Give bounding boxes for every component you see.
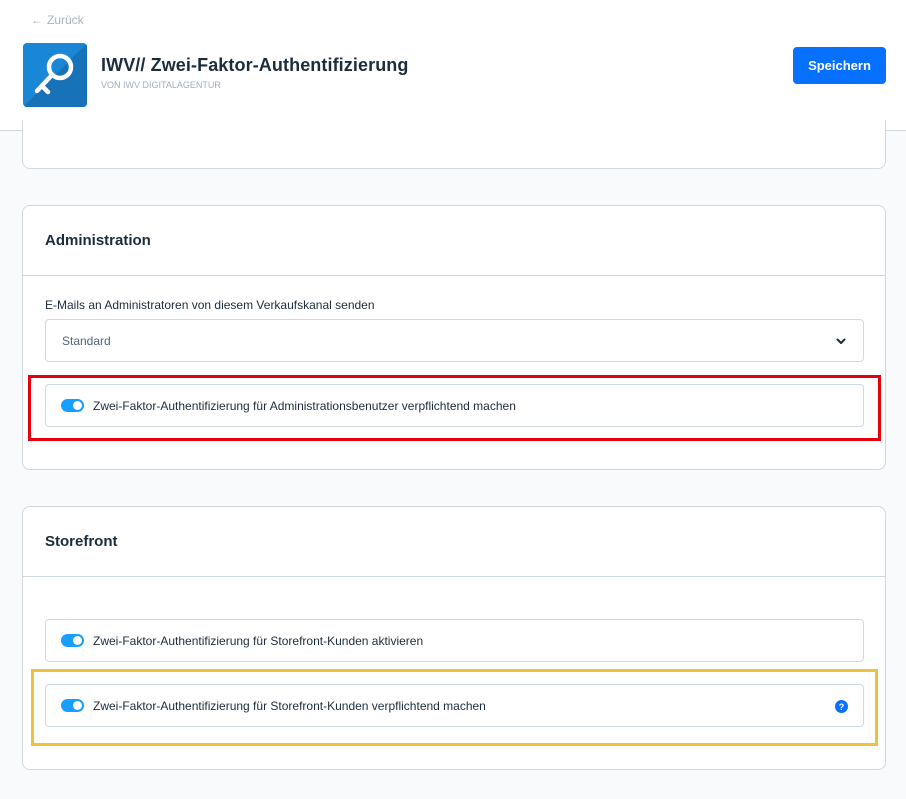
storefront-enable-2fa-label: Zwei-Faktor-Authentifizierung für Storef… (93, 633, 424, 648)
admin-highlight-box (28, 375, 881, 441)
storefront-highlight-box (31, 669, 878, 746)
app-vendor: von IWV DIGITALAGENTUR (101, 80, 221, 90)
arrow-left-icon: ← (31, 13, 43, 27)
back-label: Zurück (47, 13, 84, 27)
storefront-enable-2fa-switch[interactable] (61, 634, 84, 647)
chevron-down-icon (836, 338, 846, 344)
previous-card (22, 120, 886, 169)
admin-email-select[interactable]: Standard (45, 319, 864, 362)
storefront-enable-2fa-field: Zwei-Faktor-Authentifizierung für Storef… (45, 619, 864, 662)
storefront-title: Storefront (45, 533, 118, 550)
save-button[interactable]: Speichern (793, 47, 886, 84)
key-icon (23, 43, 87, 107)
back-link[interactable]: ← Zurück (31, 13, 84, 27)
admin-email-label: E-Mails an Administratoren von diesem Ve… (45, 298, 375, 312)
administration-card-header: Administration (23, 206, 885, 276)
page-title: IWV// Zwei-Faktor-Authentifizierung (101, 55, 409, 75)
page-header: ← Zurück IWV// Zwei-Faktor-Authentifizie… (0, 0, 906, 131)
storefront-card-header: Storefront (23, 507, 885, 577)
admin-email-select-value: Standard (62, 333, 111, 348)
administration-title: Administration (45, 232, 151, 249)
